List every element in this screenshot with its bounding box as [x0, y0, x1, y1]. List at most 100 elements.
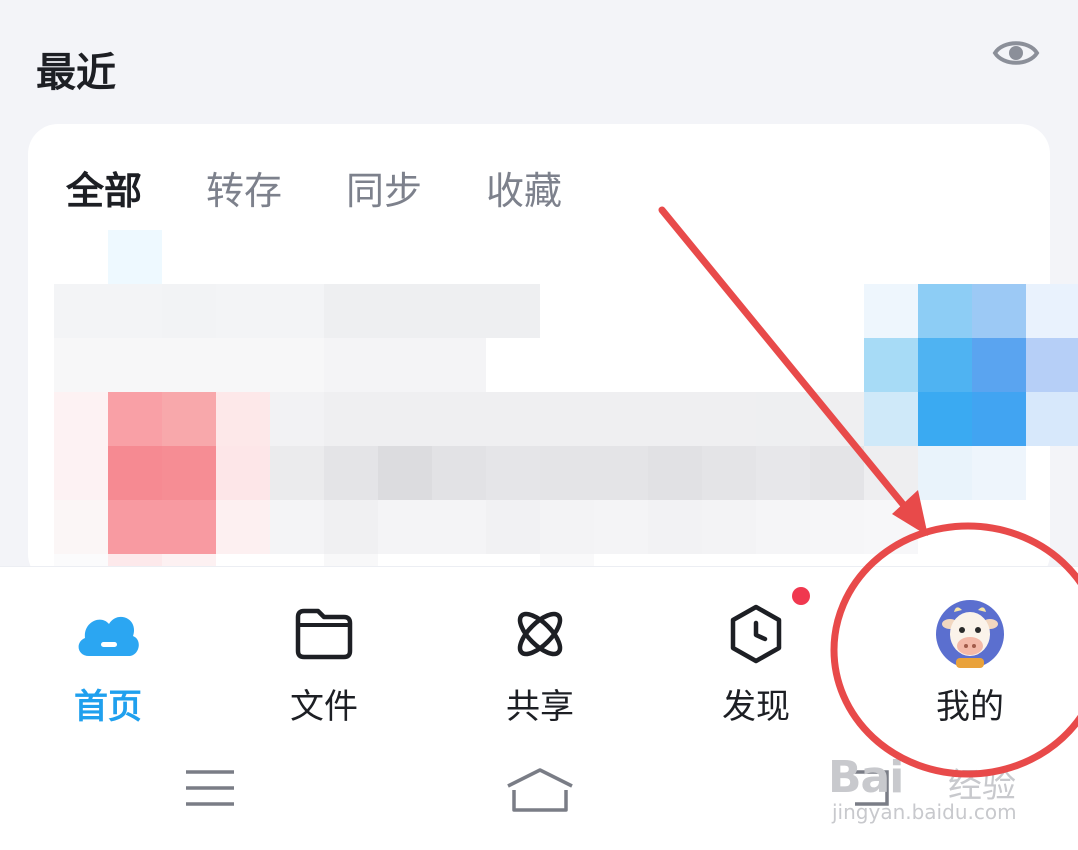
mosaic-cell: [540, 500, 594, 554]
mosaic-cell: [162, 338, 216, 392]
mosaic-cell: [324, 446, 378, 500]
nav-discover-label: 发现: [722, 687, 790, 727]
mosaic-cell: [918, 284, 972, 338]
mosaic-cell: [108, 230, 162, 284]
mosaic-cell: [864, 500, 918, 554]
eye-icon[interactable]: [990, 30, 1042, 76]
mosaic-cell: [54, 338, 108, 392]
mosaic-cell: [108, 284, 162, 338]
tab-sync[interactable]: 同步: [346, 166, 422, 216]
mosaic-cell: [972, 338, 1026, 392]
nav-files-label: 文件: [290, 687, 358, 727]
mosaic-cell: [324, 284, 378, 338]
mosaic-cell: [918, 446, 972, 500]
mosaic-cell: [378, 338, 432, 392]
nav-home-label: 首页: [74, 687, 142, 727]
mosaic-cell: [162, 446, 216, 500]
mosaic-cell: [378, 500, 432, 554]
mosaic-cell: [324, 338, 378, 392]
redacted-file-list: [0, 230, 1078, 608]
nav-share[interactable]: 共享: [460, 597, 620, 737]
mosaic-cell: [810, 500, 864, 554]
mosaic-cell: [1026, 284, 1078, 338]
mosaic-cell: [810, 446, 864, 500]
mosaic-cell: [972, 284, 1026, 338]
mosaic-cell: [486, 500, 540, 554]
mosaic-cell: [918, 338, 972, 392]
mosaic-cell: [216, 338, 270, 392]
mosaic-cell: [756, 446, 810, 500]
clock-box-icon: [719, 597, 793, 671]
nav-mine[interactable]: 我的: [890, 597, 1050, 737]
mosaic-cell: [864, 338, 918, 392]
mosaic-cell: [324, 500, 378, 554]
nav-files[interactable]: 文件: [244, 597, 404, 737]
home-icon[interactable]: [500, 763, 580, 817]
mosaic-cell: [702, 446, 756, 500]
mosaic-cell: [972, 446, 1026, 500]
mosaic-cell: [972, 392, 1026, 446]
cloud-home-icon: [71, 597, 145, 671]
mosaic-cell: [864, 284, 918, 338]
orbit-share-icon: [503, 597, 577, 671]
mosaic-cell: [216, 446, 270, 500]
mosaic-cell: [432, 500, 486, 554]
mosaic-cell: [648, 392, 702, 446]
nav-mine-label: 我的: [936, 687, 1004, 727]
mosaic-cell: [54, 500, 108, 554]
mosaic-cell: [1026, 392, 1078, 446]
mosaic-cell: [162, 500, 216, 554]
mosaic-cell: [486, 284, 540, 338]
mosaic-cell: [54, 284, 108, 338]
mosaic-cell: [594, 500, 648, 554]
mosaic-cell: [432, 284, 486, 338]
nav-discover[interactable]: 发现: [676, 597, 836, 737]
mosaic-cell: [864, 392, 918, 446]
mosaic-cell: [864, 446, 918, 500]
mosaic-cell: [270, 284, 324, 338]
mosaic-cell: [702, 500, 756, 554]
nav-home[interactable]: 首页: [28, 597, 188, 737]
mosaic-cell: [270, 392, 324, 446]
mosaic-cell: [702, 392, 756, 446]
mosaic-cell: [162, 392, 216, 446]
mosaic-cell: [540, 392, 594, 446]
mosaic-cell: [270, 338, 324, 392]
mosaic-cell: [270, 500, 324, 554]
mosaic-cell: [216, 500, 270, 554]
mosaic-cell: [378, 446, 432, 500]
mosaic-cell: [756, 500, 810, 554]
avatar-cow-icon: [933, 597, 1007, 671]
tab-saved[interactable]: 转存: [206, 166, 282, 216]
mosaic-cell: [108, 500, 162, 554]
mosaic-cell: [162, 284, 216, 338]
mosaic-cell: [432, 338, 486, 392]
mosaic-cell: [648, 500, 702, 554]
watermark: Bai 经验 jingyan.baidu.com: [828, 752, 1068, 832]
mosaic-cell: [108, 338, 162, 392]
mosaic-cell: [378, 284, 432, 338]
mosaic-cell: [108, 446, 162, 500]
nav-share-label: 共享: [506, 687, 574, 727]
mosaic-cell: [540, 446, 594, 500]
mosaic-cell: [54, 392, 108, 446]
tab-all[interactable]: 全部: [66, 166, 142, 216]
tab-favorites[interactable]: 收藏: [486, 166, 562, 216]
mosaic-cell: [216, 284, 270, 338]
mosaic-cell: [594, 446, 648, 500]
menu-icon[interactable]: [180, 763, 240, 813]
watermark-url: jingyan.baidu.com: [832, 800, 1017, 824]
mosaic-cell: [594, 392, 648, 446]
watermark-brand: Bai: [828, 752, 904, 803]
mosaic-cell: [432, 446, 486, 500]
mosaic-cell: [756, 392, 810, 446]
mosaic-cell: [108, 392, 162, 446]
page-title: 最近: [36, 50, 116, 96]
mosaic-cell: [324, 392, 378, 446]
mosaic-cell: [648, 446, 702, 500]
folder-icon: [287, 597, 361, 671]
app-screen: 最近 全部 转存 同步 收藏 首页 文件 共享 发现 我的 Bai 经验 jin…: [0, 0, 1078, 850]
mosaic-cell: [1026, 338, 1078, 392]
mosaic-cell: [486, 446, 540, 500]
mosaic-cell: [810, 392, 864, 446]
